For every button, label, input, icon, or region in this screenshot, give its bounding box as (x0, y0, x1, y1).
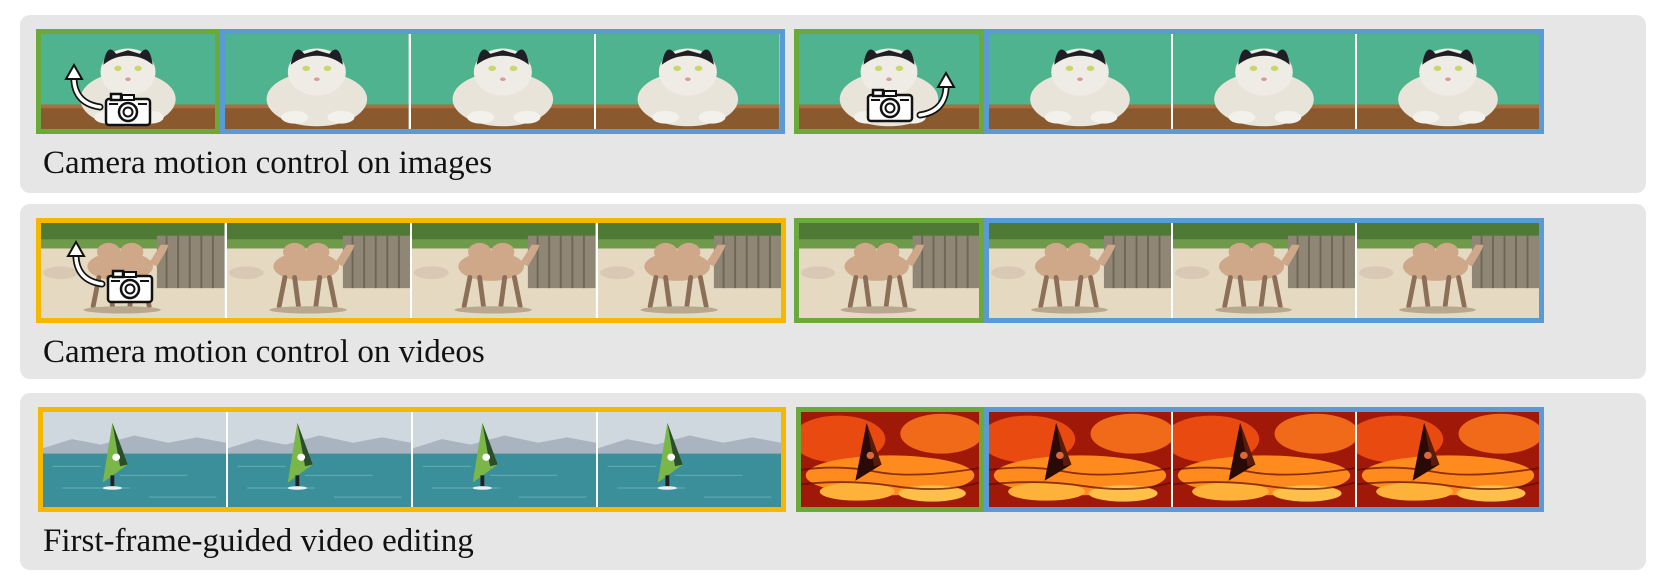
generated-frames-right (984, 29, 1544, 134)
row-camera-videos: Camera motion control on videos (20, 204, 1646, 379)
camel-image (799, 223, 979, 318)
row-caption: First-frame-guided video editing (43, 523, 474, 559)
camel-image (1173, 223, 1355, 318)
cond-frame (794, 218, 984, 323)
cat-frame (1171, 34, 1355, 129)
windsurf-image (43, 412, 226, 507)
windsurf-frame (411, 412, 596, 507)
windsurf-frame (43, 412, 226, 507)
row-video-editing: First-frame-guided video editing (20, 393, 1646, 570)
edited-cond-frame (796, 407, 984, 512)
lava-frame (1171, 412, 1355, 507)
cat-image (225, 34, 409, 129)
camel-frame (1355, 223, 1539, 318)
lava-image (989, 412, 1171, 507)
camel-frame (410, 223, 596, 318)
curved-arrow-icon (66, 240, 106, 288)
row-caption: Camera motion control on images (43, 145, 493, 181)
lava-frame (989, 412, 1171, 507)
windsurf-image (598, 412, 781, 507)
cat-frame (594, 34, 780, 129)
camel-frame (989, 223, 1171, 318)
cat-frame (1355, 34, 1539, 129)
lava-image (1357, 412, 1539, 507)
source-video-strip (38, 407, 786, 512)
lava-image (1173, 412, 1355, 507)
camel-image (412, 223, 596, 318)
cat-image (1357, 34, 1539, 129)
windsurf-image (228, 412, 411, 507)
generated-frames (984, 218, 1544, 323)
lava-image (801, 412, 979, 507)
cat-frame (408, 34, 595, 129)
windsurf-frame (226, 412, 411, 507)
curved-arrow-icon (64, 63, 104, 111)
camera-icon (106, 268, 154, 304)
cat-frame (225, 34, 409, 129)
camera-icon (866, 87, 914, 123)
generated-frames (984, 407, 1544, 512)
cat-image (411, 34, 595, 129)
cat-image (989, 34, 1171, 129)
camel-image (598, 223, 782, 318)
windsurf-image (413, 412, 596, 507)
camel-frame (595, 223, 782, 318)
curved-arrow-icon (916, 71, 956, 119)
row-camera-images: Camera motion control on images (20, 15, 1646, 193)
row-caption: Camera motion control on videos (43, 334, 485, 370)
camel-image (227, 223, 411, 318)
camel-image (989, 223, 1171, 318)
cat-image (1173, 34, 1355, 129)
cat-frame (989, 34, 1171, 129)
camel-frame (1171, 223, 1355, 318)
lava-frame (801, 412, 979, 507)
lava-frame (1355, 412, 1539, 507)
camel-image (1357, 223, 1539, 318)
camera-icon (104, 91, 152, 127)
windsurf-frame (596, 412, 781, 507)
generated-frames-left (220, 29, 785, 134)
camel-frame (224, 223, 411, 318)
camel-frame (799, 223, 979, 318)
cat-image (596, 34, 780, 129)
